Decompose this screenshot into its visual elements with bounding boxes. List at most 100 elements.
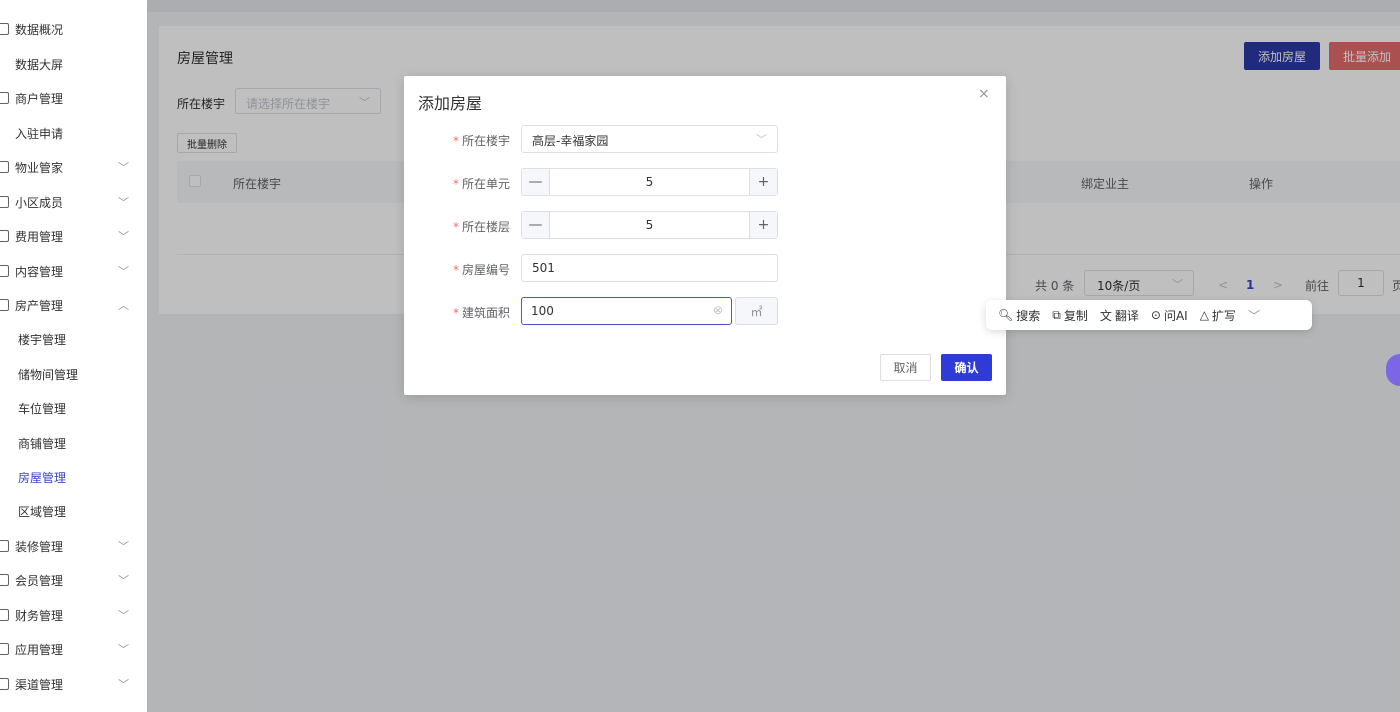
chevron-down-icon: ﹀ xyxy=(118,161,129,174)
sidebar-item[interactable]: 费用管理 ﹀ xyxy=(0,219,147,253)
sidebar-item-label: 内容管理 xyxy=(15,264,64,279)
floor-value[interactable]: 5 xyxy=(550,218,749,232)
chevron-down-icon: ﹀ xyxy=(756,133,767,146)
required-mark: * xyxy=(452,306,459,320)
sidebar-item-label: 渠道管理 xyxy=(15,677,64,692)
content-icon xyxy=(0,265,9,277)
member-icon xyxy=(0,574,9,586)
unit-label: 所在单元 xyxy=(461,177,510,191)
sidebar-item[interactable]: 房屋管理 xyxy=(0,460,147,494)
sidebar-item-label: 数据概况 xyxy=(15,22,64,37)
sidebar-item[interactable]: 内容管理 ﹀ xyxy=(0,254,147,288)
butler-icon xyxy=(0,161,9,173)
search-icon: 🔍︎ xyxy=(998,308,1014,322)
app-icon xyxy=(0,643,9,655)
chevron-down-icon: ﹀ xyxy=(118,265,129,278)
sidebar-item-label: 小区成员 xyxy=(15,195,64,210)
required-mark: * xyxy=(452,134,459,148)
sidebar-item[interactable]: 入驻申请 xyxy=(0,116,147,150)
expand-tool-button[interactable]: △ 扩写 xyxy=(1200,307,1236,324)
selection-toolbar: 🔍︎ 搜索 ⧉ 复制 文翻译 ⊙ 问AI △ 扩写 ﹀ xyxy=(986,300,1312,330)
floor-increment-button[interactable]: + xyxy=(749,212,777,238)
sidebar-item-label: 楼宇管理 xyxy=(18,332,67,347)
cancel-button[interactable]: 取消 xyxy=(880,354,931,381)
sidebar-item[interactable]: 商户管理 xyxy=(0,81,147,115)
building-value: 高层-幸福家园 xyxy=(532,134,609,148)
ask-ai-tool-button[interactable]: ⊙ 问AI xyxy=(1151,307,1188,324)
sidebar-item-label: 入驻申请 xyxy=(15,126,64,141)
sidebar-item[interactable]: 渠道管理 ﹀ xyxy=(0,667,147,701)
sidebar-item[interactable]: 商铺管理 xyxy=(0,426,147,460)
translate-tool-button[interactable]: 文翻译 xyxy=(1100,307,1139,324)
sidebar-item[interactable]: 楼宇管理 xyxy=(0,322,147,356)
chevron-up-icon: ︿ xyxy=(118,299,129,312)
form-row-building: * 所在楼宇 高层-幸福家园 ﹀ xyxy=(404,125,1006,153)
sidebar-item-label: 车位管理 xyxy=(18,401,67,416)
chevron-down-icon: ﹀ xyxy=(118,230,129,243)
sidebar-item[interactable]: 车位管理 xyxy=(0,391,147,425)
room-no-label: 房屋编号 xyxy=(461,263,510,277)
sidebar-item[interactable]: 房产管理 ︿ xyxy=(0,288,147,322)
copy-icon: ⧉ xyxy=(1052,307,1061,322)
sidebar-item[interactable]: 应用管理 ﹀ xyxy=(0,632,147,666)
building-label: 所在楼宇 xyxy=(461,134,510,148)
sidebar-item[interactable]: 储物间管理 xyxy=(0,357,147,391)
chevron-down-icon: ﹀ xyxy=(118,196,129,209)
sidebar-item[interactable]: 物业管家 ﹀ xyxy=(0,150,147,184)
form-row-unit: * 所在单元 — 5 + xyxy=(404,168,1006,196)
sidebar-item-label: 房屋管理 xyxy=(18,470,67,485)
estate-icon xyxy=(0,299,9,311)
copy-tool-button[interactable]: ⧉ 复制 xyxy=(1052,307,1088,324)
floor-stepper[interactable]: — 5 + xyxy=(521,211,778,239)
sidebar-item-label: 会员管理 xyxy=(15,573,64,588)
search-tool-button[interactable]: 🔍︎ 搜索 xyxy=(998,307,1040,324)
area-input[interactable]: 100 ⊗ xyxy=(521,297,732,325)
area-unit: ㎡ xyxy=(735,297,778,325)
chevron-down-icon: ﹀ xyxy=(118,609,129,622)
sidebar-item-label: 商铺管理 xyxy=(18,436,67,451)
form-row-area: * 建筑面积 100 ⊗ ㎡ xyxy=(404,297,1006,325)
sidebar-item[interactable]: 数据概况 xyxy=(0,12,147,46)
close-icon[interactable]: × xyxy=(978,86,990,102)
sidebar-item-label: 储物间管理 xyxy=(18,367,79,382)
sidebar-item-label: 装修管理 xyxy=(15,539,64,554)
sidebar-item[interactable]: 区域管理 xyxy=(0,494,147,528)
more-tools-button[interactable]: ﹀ xyxy=(1248,307,1260,324)
unit-increment-button[interactable]: + xyxy=(749,169,777,195)
clear-icon[interactable]: ⊗ xyxy=(713,303,723,317)
chevron-down-icon: ﹀ xyxy=(118,643,129,656)
expand-icon: △ xyxy=(1199,308,1209,322)
shop-icon xyxy=(0,92,9,104)
sidebar-item-label: 数据大屏 xyxy=(15,57,64,72)
sidebar-item[interactable]: 小区成员 ﹀ xyxy=(0,185,147,219)
building-select[interactable]: 高层-幸福家园 ﹀ xyxy=(521,125,778,153)
people-icon xyxy=(0,196,9,208)
sidebar-item-label: 费用管理 xyxy=(15,229,64,244)
translate-icon: 文 xyxy=(1099,308,1112,323)
unit-decrement-button[interactable]: — xyxy=(522,169,550,195)
sidebar-item-label: 商户管理 xyxy=(15,91,64,106)
chevron-down-icon: ﹀ xyxy=(118,678,129,691)
sidebar-item-label: 区域管理 xyxy=(18,504,67,519)
fee-icon xyxy=(0,230,9,242)
sidebar: 数据概况数据大屏商户管理入驻申请物业管家 ﹀ 小区成员 ﹀ 费用管理 ﹀ 内容管理 ﹀ 房产管理… xyxy=(0,0,148,712)
chevron-down-icon: ﹀ xyxy=(118,540,129,553)
required-mark: * xyxy=(452,263,459,277)
sidebar-item-label: 财务管理 xyxy=(15,608,64,623)
finance-icon xyxy=(0,609,9,621)
renovation-icon xyxy=(0,540,9,552)
room-no-input[interactable]: 501 xyxy=(521,254,778,282)
sidebar-item[interactable]: 会员管理 ﹀ xyxy=(0,563,147,597)
sidebar-item[interactable]: 数据大屏 xyxy=(0,47,147,81)
unit-value[interactable]: 5 xyxy=(550,175,749,189)
sidebar-item[interactable]: 装修管理 ﹀ xyxy=(0,529,147,563)
floor-decrement-button[interactable]: — xyxy=(522,212,550,238)
unit-stepper[interactable]: — 5 + xyxy=(521,168,778,196)
chevron-down-icon: ﹀ xyxy=(1247,308,1260,323)
sidebar-item[interactable]: 财务管理 ﹀ xyxy=(0,598,147,632)
area-label: 建筑面积 xyxy=(461,306,510,320)
sidebar-item-label: 房产管理 xyxy=(15,298,64,313)
chevron-down-icon: ﹀ xyxy=(118,574,129,587)
confirm-button[interactable]: 确认 xyxy=(941,354,992,381)
room-no-value: 501 xyxy=(532,261,555,275)
